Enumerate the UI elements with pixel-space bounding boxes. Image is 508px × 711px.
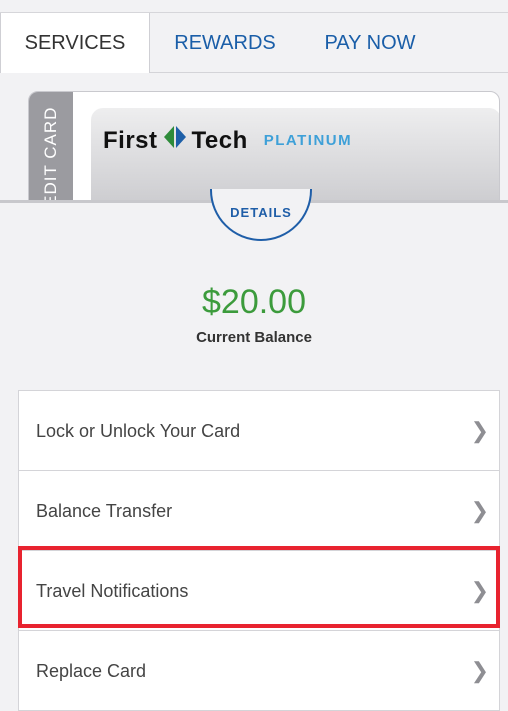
menu-item-label: Travel Notifications: [36, 581, 189, 601]
tab-rewards[interactable]: REWARDS: [160, 13, 290, 73]
credit-card[interactable]: CREDIT CARD First Tech PLATINUM: [28, 91, 500, 201]
menu-item-label: Balance Transfer: [36, 501, 173, 521]
menu-item-label: Replace Card: [36, 661, 147, 681]
menu-item-lock-unlock-card[interactable]: Lock or Unlock Your Card ❯: [19, 391, 499, 471]
menu-item-label: Lock or Unlock Your Card: [36, 421, 241, 441]
details-label: DETAILS: [230, 205, 292, 220]
first-tech-logo-icon: [162, 124, 188, 157]
card-side-strip: CREDIT CARD: [29, 92, 73, 201]
brand-second-text: Tech: [191, 126, 248, 154]
details-button[interactable]: DETAILS: [210, 189, 312, 241]
brand-first-text: First: [103, 126, 158, 154]
tab-bar: SERVICES REWARDS PAY NOW: [0, 0, 508, 73]
tab-pay-now[interactable]: PAY NOW: [305, 13, 435, 73]
account-panel: DETAILS $20.00 Current Balance Lock or U…: [0, 189, 508, 711]
card-face: First Tech PLATINUM: [91, 108, 499, 201]
services-menu: Lock or Unlock Your Card ❯ Balance Trans…: [18, 390, 500, 711]
chevron-right-icon: ❯: [470, 498, 489, 523]
card-carousel[interactable]: CREDIT CARD First Tech PLATINUM: [0, 73, 508, 201]
current-balance-amount: $20.00: [202, 283, 306, 321]
tab-services[interactable]: SERVICES: [0, 13, 150, 73]
menu-item-replace-card[interactable]: Replace Card ❯: [19, 631, 499, 711]
menu-item-travel-notifications[interactable]: Travel Notifications ❯: [19, 551, 499, 631]
chevron-right-icon: ❯: [470, 418, 489, 443]
card-brand-logo: First Tech PLATINUM: [103, 124, 352, 157]
card-tier-label: PLATINUM: [263, 132, 353, 149]
card-type-label: CREDIT CARD: [41, 106, 60, 201]
chevron-right-icon: ❯: [470, 578, 489, 603]
chevron-right-icon: ❯: [470, 658, 489, 683]
current-balance-label: Current Balance: [196, 329, 312, 346]
menu-item-balance-transfer[interactable]: Balance Transfer ❯: [19, 471, 499, 551]
